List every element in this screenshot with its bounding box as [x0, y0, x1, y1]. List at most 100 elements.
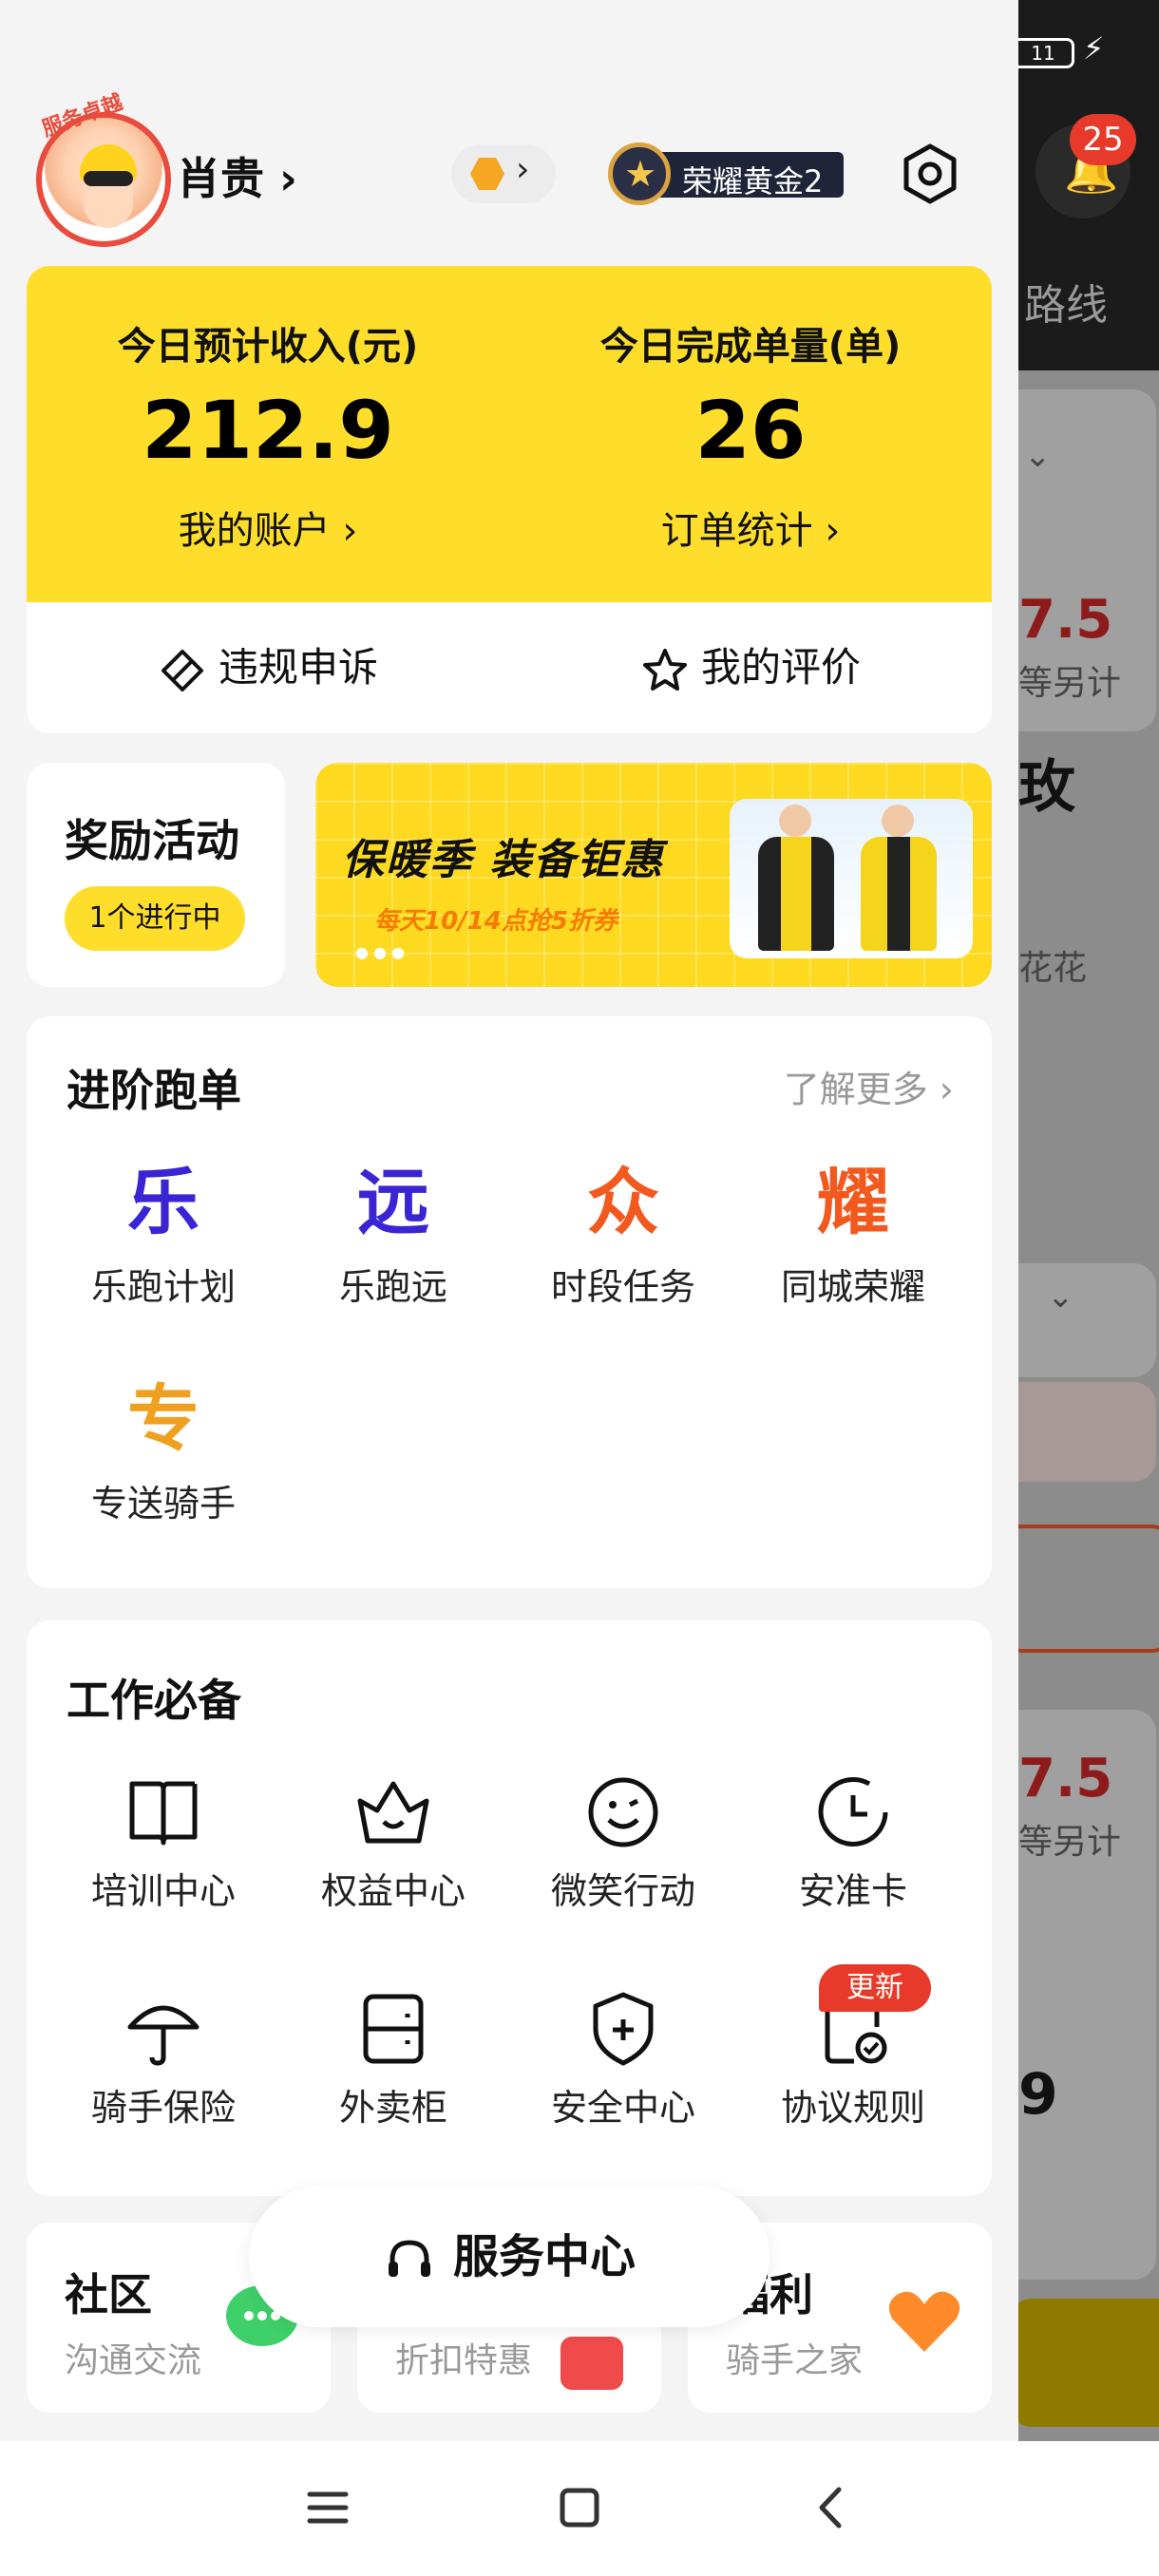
heart-icon	[888, 2291, 960, 2352]
jacket-yellow	[861, 837, 937, 951]
advance-item-label: 专送骑手	[90, 1483, 236, 1525]
carousel-dots: ● ● ●	[355, 943, 406, 961]
tool-rider-insurance[interactable]: 骑手保险	[49, 1989, 277, 2131]
income-card: 今日预计收入(元) 212.9 我的账户 › 今日完成单量(单) 26 订单统计…	[27, 266, 992, 733]
visor-shape	[84, 171, 133, 186]
background-panel	[1018, 1382, 1156, 1482]
discount-subtitle: 折扣特惠	[395, 2341, 533, 2380]
tool-label: 安全中心	[550, 2087, 695, 2129]
reward-title: 奖励活动	[65, 815, 239, 866]
charging-icon: ⚡	[1083, 30, 1105, 66]
background-dropdown	[1018, 1263, 1156, 1377]
service-center-button[interactable]: 服务中心	[249, 2187, 770, 2327]
chevron-right-icon: ›	[279, 153, 297, 204]
background-partial-text: 花花	[1018, 949, 1088, 988]
violation-appeal-button[interactable]: 违规申诉	[27, 602, 509, 733]
tool-label: 协议规则	[780, 2087, 925, 2129]
reward-status-pill: 1个进行中	[65, 886, 245, 951]
chevron-down-icon: ⌄	[1047, 1278, 1074, 1316]
banner-subtitle: 每天10/14点抢5折券	[374, 907, 618, 936]
yao-char-icon: 耀	[817, 1160, 889, 1244]
rank-label: 荣耀黄金2	[682, 163, 824, 199]
my-account-link[interactable]: 我的账户 ›	[27, 500, 509, 555]
zhuan-char-icon: 专	[127, 1376, 200, 1461]
advance-item-label: 同城荣耀	[780, 1266, 925, 1308]
umbrella-icon	[127, 2005, 200, 2066]
smile-icon	[588, 1777, 658, 1847]
settings-icon[interactable]	[899, 142, 961, 205]
home-square-icon	[560, 2488, 599, 2528]
crown-icon	[357, 1781, 429, 1844]
background-partial-char: 玫	[1018, 754, 1075, 821]
advance-item-label: 乐跑计划	[90, 1266, 236, 1308]
shield-icon	[593, 1992, 654, 2066]
community-title: 社区	[65, 2269, 152, 2320]
order-stats-link[interactable]: 订单统计 ›	[509, 500, 992, 555]
tool-label: 微笑行动	[550, 1870, 695, 1912]
user-name-link[interactable]: 肖贵 ›	[177, 144, 297, 207]
tool-delivery-locker[interactable]: 外卖柜	[279, 1989, 507, 2131]
welfare-subtitle: 骑手之家	[726, 2341, 864, 2380]
advance-item-city-glory[interactable]: 耀 同城荣耀	[739, 1157, 967, 1310]
medal-button[interactable]: ›	[451, 144, 556, 203]
menu-icon	[307, 2491, 349, 2524]
gift-icon	[560, 2337, 623, 2390]
promo-banner[interactable]: 保暖季 装备钜惠 每天10/14点抢5折券 ● ● ●	[315, 763, 992, 987]
headset-icon	[388, 2240, 430, 2277]
tool-safety-center[interactable]: 安全中心	[509, 1989, 737, 2131]
orders-stat: 今日完成单量(单) 26 订单统计 ›	[509, 266, 992, 602]
advance-item-dedicated-rider[interactable]: 专 专送骑手	[49, 1373, 277, 1526]
my-review-button[interactable]: 我的评价	[509, 602, 992, 733]
zhong-char-icon: 众	[587, 1160, 659, 1244]
chevron-down-icon: ⌄	[1024, 437, 1052, 475]
back-nav-button[interactable]	[788, 2470, 874, 2546]
advance-item-lepao-far[interactable]: 远 乐跑远	[279, 1157, 507, 1310]
clock-icon	[818, 1776, 888, 1847]
menu-nav-button[interactable]	[285, 2470, 370, 2546]
system-nav-bar	[0, 2441, 1159, 2576]
my-review-label: 我的评价	[700, 644, 861, 691]
advance-title: 进阶跑单	[66, 1065, 241, 1116]
tool-label: 培训中心	[90, 1870, 236, 1912]
rank-badge[interactable]: 荣耀黄金2 ★	[608, 142, 844, 205]
home-nav-button[interactable]	[537, 2470, 622, 2546]
jacket-black	[758, 837, 834, 951]
tool-benefits-center[interactable]: 权益中心	[279, 1772, 507, 1914]
hexagon-medal-icon	[470, 158, 504, 190]
reward-activity-card[interactable]: 奖励活动 1个进行中	[27, 763, 285, 987]
tool-safety-card[interactable]: 安准卡	[739, 1772, 967, 1914]
battery-icon: 11	[1012, 38, 1074, 68]
income-value: 212.9	[142, 384, 394, 477]
tool-label: 外卖柜	[338, 2087, 447, 2129]
tool-label: 骑手保险	[90, 2087, 236, 2129]
user-name: 肖贵	[177, 153, 264, 204]
learn-more-link[interactable]: 了解更多 ›	[784, 1060, 954, 1112]
banner-image	[730, 799, 973, 958]
locker-icon	[363, 1994, 424, 2064]
income-stat: 今日预计收入(元) 212.9 我的账户 ›	[27, 266, 509, 602]
le-char-icon: 乐	[127, 1160, 200, 1244]
tool-training-center[interactable]: 培训中心	[49, 1772, 277, 1914]
appeal-icon	[161, 649, 203, 691]
orders-value: 26	[694, 384, 807, 477]
update-badge: 更新	[819, 1964, 931, 2012]
income-label: 今日预计收入(元)	[117, 325, 419, 369]
advance-item-label: 时段任务	[550, 1266, 695, 1308]
book-icon	[129, 1781, 198, 1846]
service-center-label: 服务中心	[452, 2230, 636, 2283]
advance-item-time-task[interactable]: 众 时段任务	[509, 1157, 737, 1310]
tool-smile-action[interactable]: 微笑行动	[509, 1772, 737, 1914]
background-price-note: 等另计	[1018, 664, 1122, 703]
background-outline-button	[1018, 1525, 1159, 1653]
background-page-overlay[interactable]: 🔔 25 路线 ⌄ 7.5 等另计 玫 花花 ⌄ 7.5 等另计 9	[1018, 0, 1159, 2576]
violation-appeal-label: 违规申诉	[218, 644, 378, 691]
model-head	[882, 805, 914, 837]
side-drawer: 服务卓越 肖贵 › › 荣耀黄金2 ★ 今日预计收入(元) 212.9 我的账户…	[0, 0, 1018, 2576]
background-partial-num: 9	[1018, 2061, 1058, 2128]
advance-item-lepao-plan[interactable]: 乐 乐跑计划	[49, 1157, 277, 1310]
background-price: 7.5	[1018, 589, 1113, 651]
advance-item-label: 乐跑远	[338, 1266, 447, 1308]
orders-label: 今日完成单量(单)	[599, 325, 902, 369]
work-essentials-title: 工作必备	[66, 1675, 241, 1726]
income-summary: 今日预计收入(元) 212.9 我的账户 › 今日完成单量(单) 26 订单统计…	[27, 266, 992, 602]
